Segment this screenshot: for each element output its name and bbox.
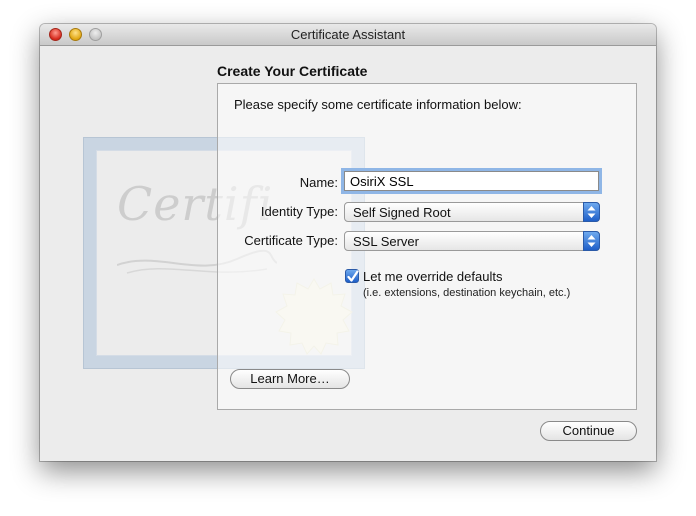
checkmark-icon xyxy=(347,270,359,282)
certificate-type-value: SSL Server xyxy=(353,234,419,249)
name-field[interactable]: OsiriX SSL xyxy=(344,171,599,191)
learn-more-button[interactable]: Learn More… xyxy=(230,369,350,389)
name-label: Name: xyxy=(299,175,338,190)
override-defaults-checkbox[interactable] xyxy=(345,269,359,283)
override-defaults-label[interactable]: Let me override defaults xyxy=(363,269,502,284)
page-heading: Create Your Certificate xyxy=(217,63,368,79)
continue-button[interactable]: Continue xyxy=(540,421,637,441)
certificate-info-panel: Please specify some certificate informat… xyxy=(217,83,637,410)
popup-arrows-icon xyxy=(583,202,600,222)
identity-type-value: Self Signed Root xyxy=(353,205,451,220)
window-title: Certificate Assistant xyxy=(290,27,406,42)
certificate-type-label: Certificate Type: xyxy=(244,233,338,248)
certificate-assistant-window: Certificate Assistant Certifi Create You… xyxy=(40,24,656,461)
title-bar[interactable]: Certificate Assistant xyxy=(40,24,656,46)
instruction-text: Please specify some certificate informat… xyxy=(234,97,522,112)
identity-type-label: Identity Type: xyxy=(260,204,338,219)
popup-arrows-icon xyxy=(583,231,600,251)
override-defaults-hint: (i.e. extensions, destination keychain, … xyxy=(363,287,571,299)
identity-type-popup[interactable]: Self Signed Root xyxy=(344,202,600,222)
certificate-type-popup[interactable]: SSL Server xyxy=(344,231,600,251)
